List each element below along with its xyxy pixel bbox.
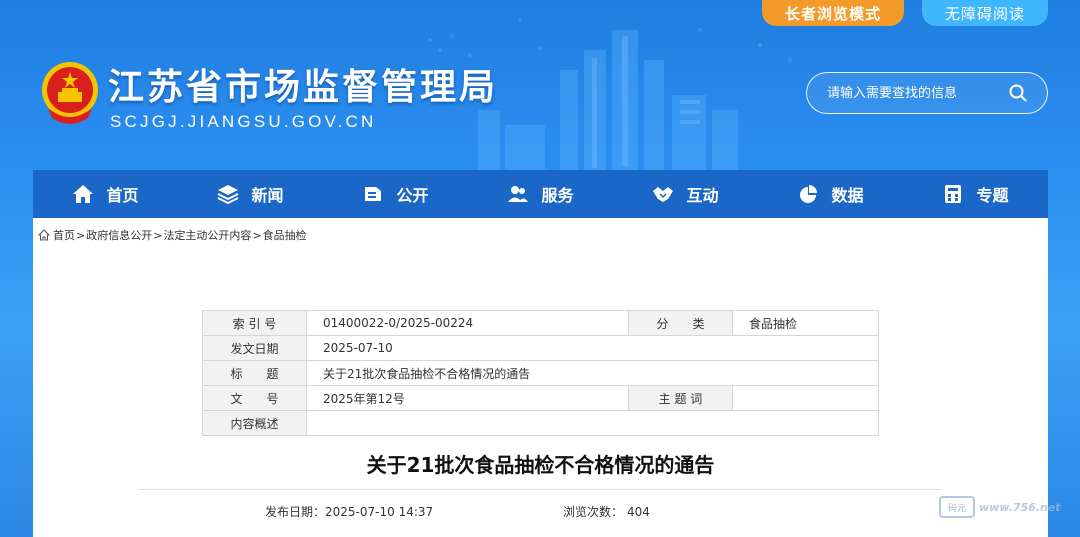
nav-label: 数据 [831,186,864,205]
breadcrumb-home[interactable]: 首页 [53,227,75,243]
main-content: 首页 > 政府信息公开 > 法定主动公开内容 > 食品抽检 索 引 号 0140… [33,218,1061,537]
nav-label: 首页 [106,186,139,205]
watermark-logo: 码元 [939,496,975,518]
nav-label: 服务 [541,186,574,205]
nav-item-data[interactable]: 数据 [758,170,903,218]
table-row: 索 引 号 01400022-0/2025-00224 分 类 食品抽检 [202,310,879,336]
nav-item-interact[interactable]: 互动 [613,170,758,218]
search-box [806,72,1048,114]
calculator-icon [945,185,962,203]
publish-date: 发布日期：2025-07-10 14:37 [265,503,433,520]
summary-label: 内容概述 [202,410,307,436]
view-count-label: 浏览次数： [563,505,624,519]
pie-chart-icon [800,185,818,203]
publish-date-label: 发布日期： [265,505,326,519]
site-domain: SCJGJ.JIANGSU.GOV.CN [110,112,377,131]
main-nav: 首页 新闻 公开 服务 互动 数据 专题 [33,170,1048,218]
nav-item-public[interactable]: 公开 [323,170,468,218]
nav-label: 专题 [976,186,1009,205]
summary-value [306,410,879,436]
table-row: 标 题 关于21批次食品抽检不合格情况的通告 [202,360,879,386]
document-meta-table: 索 引 号 01400022-0/2025-00224 分 类 食品抽检 发文日… [202,310,879,436]
breadcrumb-food-inspection[interactable]: 食品抽检 [263,227,307,243]
users-icon [508,186,529,202]
watermark: 码元 www.756.net [939,496,1061,518]
elder-mode-button[interactable]: 长者浏览模式 [762,0,904,26]
home-icon [73,185,94,203]
breadcrumb-gov-info[interactable]: 政府信息公开 [86,227,152,243]
date-label: 发文日期 [202,335,307,361]
date-value: 2025-07-10 [306,335,879,361]
table-row: 文 号 2025年第12号 主 题 词 [202,385,879,411]
view-count-value: 404 [627,505,650,519]
nav-item-home[interactable]: 首页 [33,170,178,218]
title-value: 关于21批次食品抽检不合格情况的通告 [306,360,879,386]
article-title: 关于21批次食品抽检不合格情况的通告 [366,453,715,477]
doc-no-label: 文 号 [202,385,307,411]
index-value: 01400022-0/2025-00224 [306,310,629,336]
table-row: 发文日期 2025-07-10 [202,335,879,361]
layers-icon [218,185,239,205]
accessible-reading-button[interactable]: 无障碍阅读 [922,0,1048,26]
nav-item-news[interactable]: 新闻 [178,170,323,218]
handshake-icon [653,187,674,202]
nav-item-service[interactable]: 服务 [468,170,613,218]
keyword-value [732,385,879,411]
search-input[interactable] [827,85,997,101]
nav-label: 互动 [686,186,719,205]
table-row: 内容概述 [202,410,879,436]
nav-label: 公开 [396,186,429,205]
category-value: 食品抽检 [732,310,879,336]
keyword-label: 主 题 词 [628,385,733,411]
breadcrumb-statutory[interactable]: 法定主动公开内容 [163,227,251,243]
watermark-text: www.756.net [979,500,1061,514]
box-icon [365,187,382,201]
nav-item-topics[interactable]: 专题 [903,170,1048,218]
category-label: 分 类 [628,310,733,336]
site-title: 江苏省市场监督管理局 [108,67,499,108]
breadcrumb-separator: > [76,228,86,242]
nav-label: 新闻 [251,186,284,205]
doc-no-value: 2025年第12号 [306,385,629,411]
national-emblem-logo [42,62,98,124]
breadcrumb: 首页 > 政府信息公开 > 法定主动公开内容 > 食品抽检 [38,227,307,243]
publish-date-value: 2025-07-10 14:37 [325,505,434,519]
title-label: 标 题 [202,360,307,386]
index-label: 索 引 号 [202,310,307,336]
divider [139,489,942,490]
search-icon[interactable] [1009,84,1027,102]
breadcrumb-separator: > [153,228,163,242]
breadcrumb-home-icon [38,229,50,241]
breadcrumb-separator: > [252,228,262,242]
view-count: 浏览次数： 404 [563,503,650,520]
